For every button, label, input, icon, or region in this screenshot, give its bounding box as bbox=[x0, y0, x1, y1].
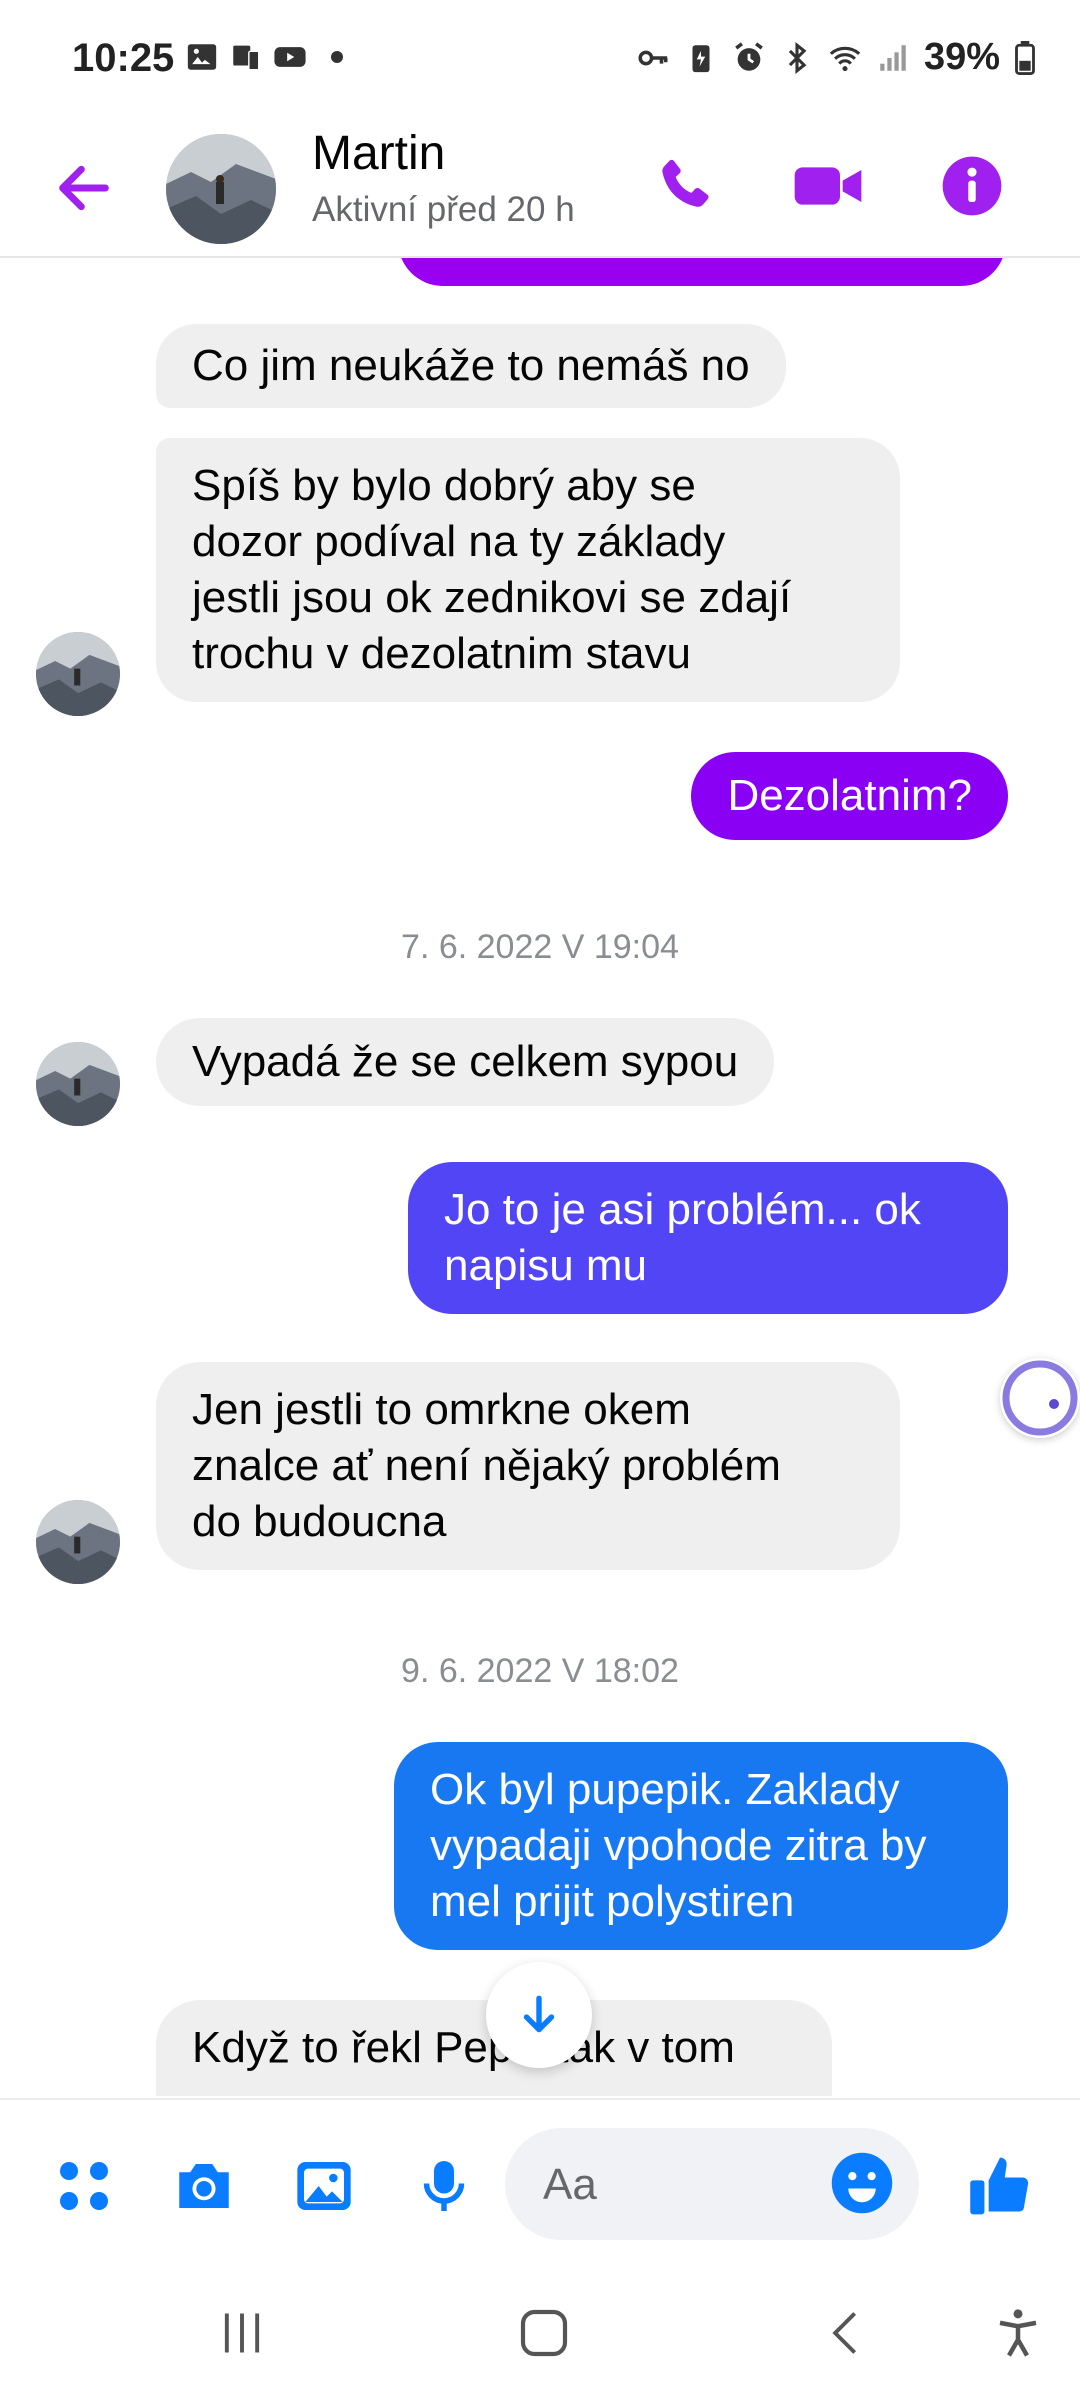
youtube-notification-icon bbox=[274, 47, 306, 67]
nav-back-button[interactable] bbox=[806, 2298, 886, 2368]
call-button[interactable] bbox=[644, 146, 724, 226]
apps-button[interactable] bbox=[48, 2150, 120, 2222]
status-system-icons: 39% bbox=[636, 36, 1036, 79]
accessibility-button[interactable] bbox=[978, 2298, 1058, 2368]
info-button[interactable] bbox=[932, 146, 1012, 226]
timestamp: 7. 6. 2022 V 19:04 bbox=[401, 928, 679, 966]
contact-avatar[interactable] bbox=[166, 134, 276, 244]
home-icon bbox=[520, 2309, 568, 2357]
status-bar: 10:25 39% bbox=[0, 0, 1080, 120]
message-input-container[interactable] bbox=[505, 2128, 919, 2240]
battery-percent: 39% bbox=[923, 36, 1000, 78]
alarm-icon bbox=[735, 41, 763, 71]
contact-name[interactable]: Martin bbox=[312, 126, 445, 181]
microphone-icon bbox=[423, 2161, 465, 2211]
floating-assistant-bubble[interactable] bbox=[1000, 1358, 1080, 1438]
video-call-button[interactable] bbox=[788, 146, 868, 226]
message-composer bbox=[0, 2098, 1080, 2260]
outgoing-message[interactable]: Dezolatnim? bbox=[691, 752, 1008, 840]
signal-icon bbox=[880, 44, 906, 71]
incoming-message[interactable]: Co jim neukáže to nemáš no bbox=[156, 324, 786, 408]
recent-apps-button[interactable] bbox=[202, 2298, 282, 2368]
outgoing-message[interactable]: Ok byl pupepik. Zaklady vypadaji vpohode… bbox=[394, 1742, 1008, 1950]
message-input[interactable] bbox=[541, 2148, 825, 2222]
outgoing-message[interactable]: Jo to je asi problém... ok napisu mu bbox=[408, 1162, 1008, 1314]
camera-icon bbox=[179, 2164, 229, 2208]
info-icon bbox=[942, 156, 1002, 216]
camera-button[interactable] bbox=[168, 2150, 240, 2222]
video-camera-icon bbox=[794, 167, 862, 205]
back-icon bbox=[832, 2312, 857, 2354]
gallery-icon bbox=[297, 2162, 351, 2210]
more-notifications-dot bbox=[331, 51, 343, 63]
emoji-icon[interactable] bbox=[829, 2150, 895, 2216]
vpn-key-icon bbox=[638, 50, 668, 65]
recent-apps-icon bbox=[224, 2313, 260, 2353]
timestamp: 9. 6. 2022 V 18:02 bbox=[401, 1652, 679, 1690]
battery-saver-icon bbox=[692, 44, 710, 72]
back-arrow-icon[interactable] bbox=[52, 156, 116, 220]
status-notification-icons bbox=[185, 40, 343, 74]
sender-avatar[interactable] bbox=[36, 1500, 120, 1584]
sender-avatar[interactable] bbox=[36, 1042, 120, 1126]
incoming-message[interactable]: Vypadá že se celkem sypou bbox=[156, 1018, 775, 1106]
apps-grid-icon bbox=[60, 2162, 108, 2210]
incoming-message[interactable]: Jen jestli to omrkne okem znalce ať není… bbox=[156, 1362, 900, 1570]
status-time: 10:25 bbox=[72, 36, 175, 80]
message-list[interactable]: Co jim neukáže to nemáš no Spíš by bylo … bbox=[0, 256, 1080, 2096]
phone-icon bbox=[662, 159, 709, 207]
like-button[interactable] bbox=[964, 2150, 1036, 2222]
home-button[interactable] bbox=[504, 2298, 584, 2368]
battery-icon bbox=[1015, 40, 1035, 75]
bluetooth-icon bbox=[788, 41, 807, 74]
sender-avatar[interactable] bbox=[36, 632, 120, 716]
scroll-to-bottom-button[interactable] bbox=[486, 1962, 592, 2068]
gallery-button[interactable] bbox=[288, 2150, 360, 2222]
wifi-icon bbox=[829, 46, 861, 71]
arrow-down-icon bbox=[523, 1995, 555, 2033]
image-notification-icon bbox=[187, 44, 217, 70]
voice-message-button[interactable] bbox=[408, 2150, 480, 2222]
contact-active-status: Aktivní před 20 h bbox=[312, 190, 575, 229]
conversation-header: Martin Aktivní před 20 h bbox=[0, 120, 1080, 258]
previous-outgoing-bubble[interactable] bbox=[398, 256, 1006, 286]
incoming-message[interactable]: Spíš by bylo dobrý aby se dozor podíval … bbox=[156, 438, 900, 702]
system-navigation-bar bbox=[0, 2258, 1080, 2400]
accessibility-icon bbox=[999, 2309, 1037, 2357]
thumbs-up-icon bbox=[970, 2157, 1029, 2215]
device-notification-icon bbox=[233, 45, 260, 71]
